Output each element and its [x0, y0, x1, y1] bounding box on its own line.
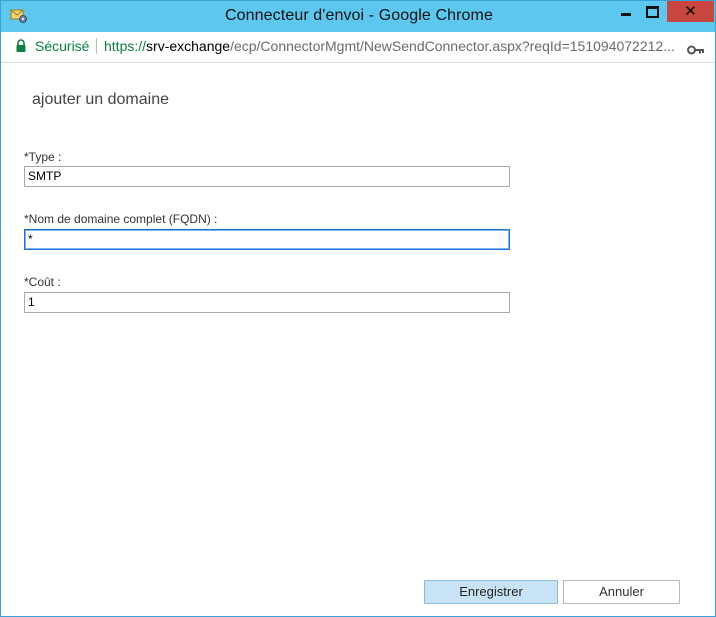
type-label: *Type :	[24, 150, 62, 164]
url-path: /ecp/ConnectorMgmt/NewSendConnector.aspx…	[230, 38, 675, 54]
cancel-button[interactable]: Annuler	[563, 580, 680, 604]
window-title: Connecteur d'envoi - Google Chrome	[225, 7, 493, 24]
cost-label: *Coût :	[24, 275, 61, 289]
address-bar[interactable]: Sécurisé https://srv-exchange/ecp/Connec…	[1, 32, 715, 63]
key-icon[interactable]	[687, 42, 705, 55]
minimize-icon	[621, 13, 631, 16]
title-bar[interactable]: Connecteur d'envoi - Google Chrome ✕	[1, 1, 715, 32]
url-scheme: https://	[104, 38, 147, 54]
address-separator	[96, 38, 97, 54]
fqdn-input[interactable]: *	[24, 229, 510, 250]
security-label: Sécurisé	[35, 38, 90, 54]
page-title: ajouter un domaine	[32, 91, 169, 108]
browser-window: Connecteur d'envoi - Google Chrome ✕ Séc…	[0, 0, 716, 617]
save-button[interactable]: Enregistrer	[424, 580, 558, 604]
dialog-content: ajouter un domaine *Type : SMTP *Nom de …	[1, 63, 715, 616]
url-host: srv-exchange	[146, 38, 231, 54]
close-icon: ✕	[684, 3, 697, 20]
cost-input[interactable]: 1	[24, 292, 510, 313]
maximize-icon	[645, 5, 659, 18]
type-input[interactable]: SMTP	[24, 166, 510, 187]
url-text[interactable]: https://srv-exchange/ecp/ConnectorMgmt/N…	[104, 38, 679, 54]
lock-icon	[15, 39, 27, 53]
maximize-button[interactable]	[639, 1, 665, 22]
fqdn-label: *Nom de domaine complet (FQDN) :	[24, 212, 218, 226]
close-button[interactable]: ✕	[667, 1, 714, 22]
minimize-button[interactable]	[613, 1, 639, 22]
